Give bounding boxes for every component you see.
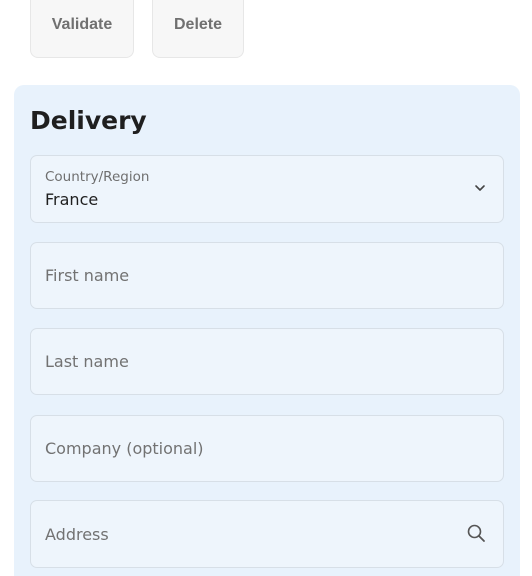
country-region-value: France: [45, 190, 99, 209]
company-field-container: [30, 415, 504, 482]
last-name-field[interactable]: [31, 329, 503, 394]
country-region-label: Country/Region: [45, 169, 150, 185]
delivery-section: Delivery Country/Region France: [14, 85, 520, 576]
delete-button[interactable]: Delete: [152, 0, 244, 58]
chevron-down-icon: [475, 185, 485, 191]
validate-button[interactable]: Validate: [30, 0, 134, 58]
company-field[interactable]: [31, 416, 503, 481]
first-name-field-container: [30, 242, 504, 309]
address-field[interactable]: [31, 501, 503, 567]
address-field-container: [30, 500, 504, 568]
delivery-title: Delivery: [30, 106, 147, 135]
action-bar: Validate Delete: [30, 0, 244, 58]
country-region-select[interactable]: Country/Region France: [30, 155, 504, 223]
first-name-field[interactable]: [31, 243, 503, 308]
checkout-page: Validate Delete Delivery Country/Region …: [0, 0, 532, 576]
last-name-field-container: [30, 328, 504, 395]
search-icon[interactable]: [466, 523, 486, 543]
